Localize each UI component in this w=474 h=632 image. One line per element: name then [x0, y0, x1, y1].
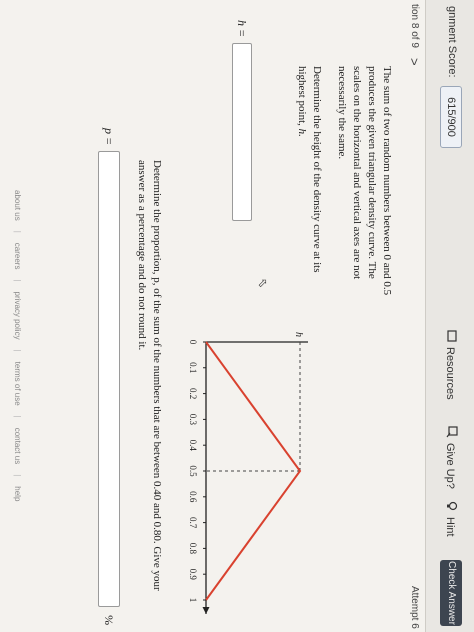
proportion-input-label: p = — [102, 128, 117, 146]
assignment-score-value: 615/900 — [440, 86, 462, 148]
resources-label: Resources — [444, 347, 457, 400]
footer-link[interactable]: privacy policy — [13, 279, 22, 340]
check-answer-button[interactable]: Check Answer — [440, 560, 462, 626]
x-tick-label: 1 — [188, 598, 198, 603]
resources-button[interactable]: Resources — [443, 330, 458, 400]
proportion-answer-row: p = % — [98, 128, 120, 625]
footer-link[interactable]: terms of use — [13, 350, 22, 406]
percent-sign: % — [102, 615, 117, 626]
height-input-label: h = — [235, 20, 250, 38]
x-tick-label: 0.1 — [188, 362, 198, 373]
height-prompt: Determine the height of the density curv… — [294, 66, 324, 306]
mouse-pointer-icon: ⬁ — [256, 278, 270, 289]
question-number: tion 8 of 9 — [409, 4, 420, 48]
hint-button[interactable]: Hint — [443, 500, 458, 537]
x-tick-label: 0.5 — [188, 465, 198, 477]
height-answer-row: h = — [232, 20, 252, 222]
height-prompt-text: Determine the height of the density curv… — [296, 66, 323, 273]
x-tick-label: 0.8 — [188, 543, 198, 555]
next-question-chevron-icon[interactable]: > — [407, 58, 422, 66]
question-nav-bar: tion 8 of 9 > Attempt 6 — [402, 0, 426, 632]
footer-link[interactable]: help — [13, 474, 22, 501]
assignment-score-label: gnment Score: — [446, 6, 458, 78]
give-up-icon — [443, 426, 458, 438]
resources-icon — [443, 330, 458, 342]
x-axis-arrow-icon — [202, 607, 210, 614]
give-up-button[interactable]: Give Up? — [443, 426, 458, 489]
proportion-input[interactable] — [98, 151, 120, 608]
footer-link[interactable]: contact us — [13, 416, 22, 464]
question-text: The sum of two random numbers between 0 … — [284, 66, 394, 306]
footer-link[interactable]: about us — [13, 190, 22, 221]
footer-link[interactable]: careers — [13, 231, 22, 270]
proportion-prompt: Determine the proportion, p, of the sum … — [136, 160, 163, 591]
assignment-page: gnment Score: 615/900 Resources Give Up?… — [0, 0, 474, 632]
x-tick-label: 0.9 — [188, 569, 198, 581]
y-axis-label: h — [293, 332, 304, 337]
x-tick-label: 0.3 — [188, 414, 198, 426]
top-toolbar: gnment Score: 615/900 Resources Give Up?… — [425, 0, 474, 632]
triangular-density-graph: h 0 0.1 0.2 0.3 0.4 0.5 0.6 0.7 0.8 0.9 1 — [188, 332, 308, 614]
give-up-label: Give Up? — [444, 443, 457, 489]
x-tick-label: 0.2 — [188, 388, 198, 399]
height-variable: h. — [296, 128, 308, 137]
x-tick-label: 0 — [188, 340, 198, 345]
attempt-label: Attempt 6 — [409, 586, 420, 629]
x-tick-label: 0.7 — [188, 517, 198, 529]
lightbulb-icon — [443, 500, 458, 512]
x-tick-label: 0.6 — [188, 491, 198, 503]
hint-label: Hint — [444, 517, 457, 537]
question-intro: The sum of two random numbers between 0 … — [336, 66, 393, 296]
height-input[interactable] — [232, 43, 252, 222]
x-tick-label: 0.4 — [188, 440, 198, 452]
footer-links: about us careers privacy policy terms of us… — [13, 190, 22, 501]
